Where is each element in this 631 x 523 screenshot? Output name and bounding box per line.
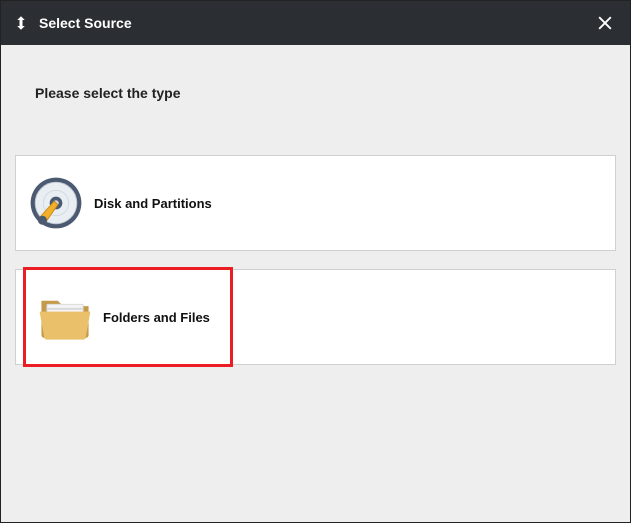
option-label: Folders and Files (103, 310, 210, 325)
folder-icon (35, 287, 95, 347)
app-logo-icon (11, 13, 31, 33)
titlebar: Select Source (1, 1, 630, 45)
disk-icon (26, 173, 86, 233)
option-disk-and-partitions[interactable]: Disk and Partitions (15, 155, 616, 251)
dialog-body: Please select the type Disk and Partitio… (1, 45, 630, 522)
select-source-dialog: Select Source Please select the type (0, 0, 631, 523)
close-button[interactable] (590, 8, 620, 38)
dialog-title: Select Source (39, 15, 132, 31)
option-folders-and-files-row: Folders and Files (15, 269, 616, 365)
close-icon (595, 13, 615, 33)
option-label: Disk and Partitions (94, 196, 212, 211)
option-folders-and-files[interactable]: Folders and Files (25, 269, 231, 365)
prompt-text: Please select the type (35, 85, 616, 101)
